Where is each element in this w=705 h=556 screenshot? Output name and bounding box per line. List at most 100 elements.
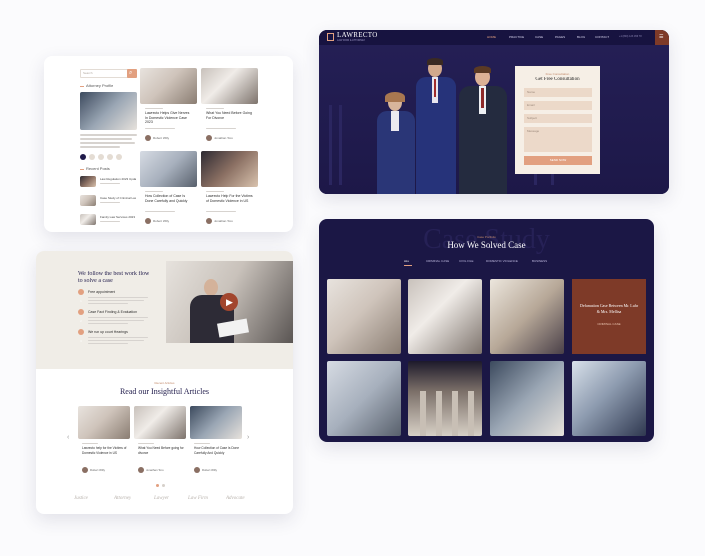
article-title[interactable]: How Collection of Case Is Done Carefully… xyxy=(194,446,240,460)
search-button[interactable]: ⌕ xyxy=(127,69,137,78)
article-card[interactable]: How Collection of Case Is Done Carefully… xyxy=(190,406,242,478)
main-nav: HOME PRACTICE CASE PAGES BLOG CONTACT xyxy=(487,30,627,45)
post-author: Robert Willy xyxy=(153,136,170,140)
carousel-dots xyxy=(156,484,172,487)
step-title: Case Fact Finding & Evaluation xyxy=(88,310,138,314)
article-card[interactable]: What You Need Before going for divorce J… xyxy=(134,406,186,478)
partner-logo: Advocate xyxy=(226,496,245,501)
cases-title: How We Solved Case xyxy=(447,240,526,250)
article-card[interactable]: Lawrecto help for the Victims of Domesti… xyxy=(78,406,130,478)
case-thumbnail[interactable] xyxy=(327,361,401,436)
filter-criminal[interactable]: CRIMINAL CASE xyxy=(426,259,449,264)
workflow-step: 3 We run up court Hearings xyxy=(78,329,160,349)
consultation-form: Free Consultation Get Free Consultation … xyxy=(515,66,600,174)
case-thumbnail[interactable] xyxy=(408,279,482,354)
case-thumbnail[interactable] xyxy=(490,279,564,354)
featured-case-card[interactable]: Defamation Case Between Mr. Luhr & Mrs. … xyxy=(572,279,646,354)
nav-item-home[interactable]: HOME xyxy=(487,35,496,39)
article-title[interactable]: Lawrecto help for the Victims of Domesti… xyxy=(82,446,128,460)
workflow-step: 2 Case Fact Finding & Evaluation xyxy=(78,309,160,329)
form-title: Get Free Consultation xyxy=(535,77,580,82)
post-title[interactable]: How Collection of Case Is Done Carefully… xyxy=(145,194,193,208)
case-thumbnail[interactable] xyxy=(327,279,401,354)
filter-business[interactable]: BUSINESS xyxy=(532,259,547,264)
blog-post-card[interactable]: What You Need Before Going For Divorce J… xyxy=(201,68,258,148)
partner-logos: Justice Attorney Lawyer Law Firm Advocat… xyxy=(66,493,266,505)
hero-page-card: LAWRECTO LAW FIRM & ATTORNEY HOME PRACTI… xyxy=(319,30,669,194)
case-thumbnail[interactable] xyxy=(408,361,482,436)
carousel-next-button[interactable]: › xyxy=(247,434,253,442)
menu-icon: ☰ xyxy=(659,34,664,40)
site-header: LAWRECTO LAW FIRM & ATTORNEY HOME PRACTI… xyxy=(319,30,669,46)
social-icon[interactable] xyxy=(107,154,113,160)
nav-item-practice[interactable]: PRACTICE xyxy=(509,35,524,39)
partner-logo: Justice xyxy=(74,496,88,501)
header-cta-button[interactable]: ☰ xyxy=(655,30,669,45)
nav-item-contact[interactable]: CONTACT xyxy=(595,35,609,39)
article-author: Robert Willy xyxy=(90,468,106,472)
play-button[interactable]: ▶ xyxy=(220,293,238,311)
subject-field[interactable]: Subject xyxy=(524,114,592,123)
header-phone[interactable]: +1 (800) 123 456 78 xyxy=(619,35,653,39)
cases-page-card: Case Study Case Portfolio How We Solved … xyxy=(319,219,654,442)
filter-civil[interactable]: CIVIL FILE xyxy=(459,259,474,264)
search-icon: ⌕ xyxy=(129,70,133,76)
social-icon[interactable] xyxy=(89,154,95,160)
article-author: Jonathan Toro xyxy=(146,468,164,472)
blog-page-card: Search ⌕ Attorney Profile Recent Posts L… xyxy=(44,56,293,232)
social-icon[interactable] xyxy=(98,154,104,160)
brand-name[interactable]: LAWRECTO xyxy=(337,32,378,39)
nav-item-case[interactable]: CASE xyxy=(535,35,543,39)
workflow-title-line1: We follow the best work flow xyxy=(78,271,150,277)
recent-posts-title: Recent Posts xyxy=(80,166,137,172)
sidebar-title: Attorney Profile xyxy=(80,83,137,89)
articles-title: Read our Insightful Articles xyxy=(119,387,210,396)
post-author: Robert Willy xyxy=(153,219,170,223)
workflow-title-line2: to solve a case xyxy=(78,278,113,284)
social-links xyxy=(80,154,137,161)
message-field[interactable]: Message xyxy=(524,127,592,152)
send-button[interactable]: SEND NOW xyxy=(524,156,592,165)
video-thumbnail[interactable]: ▶ xyxy=(166,261,293,343)
step-number-badge: 1 xyxy=(78,289,84,303)
article-title[interactable]: What You Need Before going for divorce xyxy=(138,446,184,460)
social-icon[interactable] xyxy=(116,154,122,160)
case-thumbnail[interactable] xyxy=(490,361,564,436)
nav-item-blog[interactable]: BLOG xyxy=(577,35,585,39)
attorney-figure xyxy=(413,58,461,194)
case-filters: ALL CRIMINAL CASE CIVIL FILE DOMESTIC VI… xyxy=(404,259,574,267)
post-author: Jonathan Toro xyxy=(214,219,233,223)
blog-post-card[interactable]: Lawrecto Helps Give Nerves In Domestic V… xyxy=(140,68,197,148)
search-input[interactable]: Search xyxy=(80,69,129,78)
attorney-profile-photo xyxy=(80,92,137,130)
brand-tagline: LAW FIRM & ATTORNEY xyxy=(337,39,366,42)
email-field[interactable]: Email xyxy=(524,101,592,110)
recent-post-item[interactable]: Family Law Services 2023 xyxy=(80,214,137,226)
recent-post-item[interactable]: Case Study of Criminal Law xyxy=(80,195,137,207)
attorney-figure xyxy=(455,66,511,194)
nav-item-pages[interactable]: PAGES xyxy=(555,35,565,39)
filter-domestic[interactable]: DOMESTIC VIOLENCE xyxy=(486,259,518,264)
blog-post-card[interactable]: Lawrecto Help For the Victims of Domesti… xyxy=(201,151,258,229)
step-number-badge: 3 xyxy=(78,329,84,343)
carousel-prev-button[interactable]: ‹ xyxy=(67,434,73,442)
step-title: Free appointment xyxy=(88,290,116,294)
social-icon[interactable] xyxy=(80,154,86,160)
cases-eyebrow: Case Portfolio xyxy=(477,235,496,239)
post-title[interactable]: Lawrecto Help For the Victims of Domesti… xyxy=(206,194,254,208)
article-author: Robert Willy xyxy=(202,468,218,472)
recent-post-item[interactable]: Law Regulation 2023 Update xyxy=(80,176,137,188)
logo-icon[interactable] xyxy=(327,33,334,41)
featured-case-tag: CRIMINAL CASE xyxy=(597,322,621,326)
play-icon: ▶ xyxy=(226,297,233,307)
step-title: We run up court Hearings xyxy=(88,330,128,334)
featured-case-title: Defamation Case Between Mr. Luhr & Mrs. … xyxy=(579,303,639,314)
form-eyebrow: Free Consultation xyxy=(545,72,570,76)
case-thumbnail[interactable] xyxy=(572,361,646,436)
post-title[interactable]: Lawrecto Helps Give Nerves In Domestic V… xyxy=(145,111,193,125)
filter-all[interactable]: ALL xyxy=(404,259,409,264)
blog-post-card[interactable]: How Collection of Case Is Done Carefully… xyxy=(140,151,197,229)
name-field[interactable]: Name xyxy=(524,88,592,97)
articles-eyebrow: Recent Articles xyxy=(154,381,175,385)
post-title[interactable]: What You Need Before Going For Divorce xyxy=(206,111,254,125)
